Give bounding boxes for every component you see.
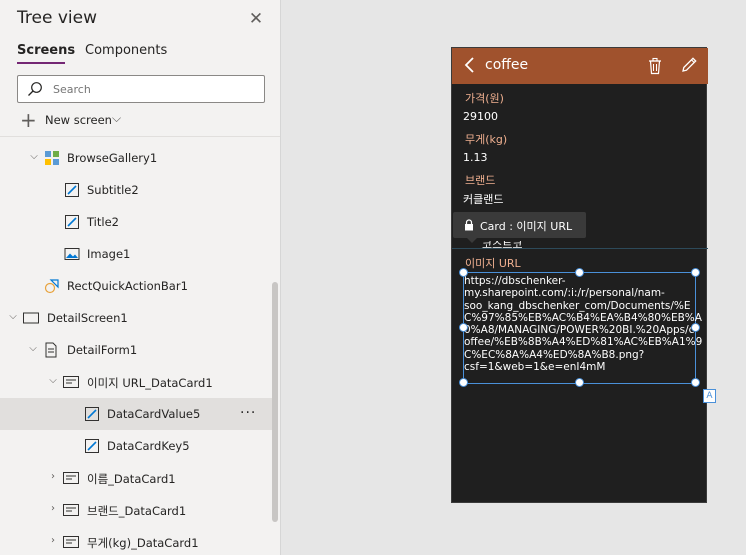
chevron-right-icon[interactable]: › <box>47 471 59 483</box>
image-url-value: https://dbschenker- my.sharepoint.com/:i… <box>464 275 703 374</box>
tree-item-label: BrowseGallery1 <box>67 151 158 165</box>
tree-item-label: 이름_DataCard1 <box>87 472 176 486</box>
shapes-icon <box>44 279 59 294</box>
chevron-right-icon[interactable]: › <box>47 535 59 547</box>
field-value-brand: 커클랜드 <box>463 193 504 206</box>
tree-item-label: Subtitle2 <box>87 183 139 197</box>
search-box[interactable] <box>17 75 265 103</box>
tree-item-subtitle2[interactable]: Subtitle2 <box>0 174 274 206</box>
field-value-weight: 1.13 <box>463 151 488 164</box>
resize-handle-bottom[interactable] <box>575 378 584 387</box>
tooltip-arrow <box>467 238 477 243</box>
tree-item-label: DetailScreen1 <box>47 311 128 325</box>
tree-view-panel: Tree view ✕ Screens Components + New scr… <box>0 0 281 555</box>
image-icon <box>64 248 80 260</box>
tree-item-label: Title2 <box>87 215 119 229</box>
tree-item-image1[interactable]: Image1 <box>0 238 274 270</box>
field-value-name-partial: 코스트코 <box>482 238 523 251</box>
field-key-price: 가격(원) <box>465 92 504 105</box>
tree-item-label: DataCardKey5 <box>107 439 190 453</box>
chevron-right-icon[interactable]: › <box>47 503 59 515</box>
back-arrow-icon[interactable] <box>462 55 478 75</box>
app-header: coffee <box>452 48 708 84</box>
field-key-weight: 무게(kg) <box>465 133 508 146</box>
active-tab-indicator <box>17 62 65 64</box>
resize-handle-bottom-right[interactable] <box>691 378 700 387</box>
edit-pencil-icon[interactable] <box>680 56 698 74</box>
screen-icon <box>23 312 39 324</box>
gallery-icon <box>45 151 59 165</box>
chevron-down-icon: ⌵ <box>112 111 122 125</box>
card-icon <box>63 376 79 388</box>
resize-handle-top-left[interactable] <box>459 268 468 277</box>
edit-text-icon <box>85 439 99 453</box>
tree-item-label: RectQuickActionBar1 <box>67 279 188 293</box>
tree-item-label: 이미지 URL_DataCard1 <box>87 376 213 390</box>
card-icon <box>63 536 79 548</box>
form-icon <box>45 342 57 358</box>
tree-item-image-url-datacard1[interactable]: ⌵ 이미지 URL_DataCard1 <box>0 366 274 398</box>
chevron-down-icon[interactable]: ⌵ <box>7 311 19 323</box>
tree-item-name-datacard1[interactable]: › 이름_DataCard1 <box>0 462 274 494</box>
tree-item-label: 브랜드_DataCard1 <box>87 504 187 518</box>
tree-item-label: 무게(kg)_DataCard1 <box>87 536 199 550</box>
scrollbar[interactable] <box>272 282 278 522</box>
resize-handle-top-right[interactable] <box>691 268 700 277</box>
tree-item-detailscreen1[interactable]: ⌵ DetailScreen1 <box>0 302 274 334</box>
panel-title: Tree view <box>17 8 97 28</box>
resize-handle-right[interactable] <box>691 323 700 332</box>
tab-screens[interactable]: Screens <box>17 43 75 58</box>
tree-item-rectquickactionbar1[interactable]: RectQuickActionBar1 <box>0 270 274 302</box>
edit-text-icon <box>65 183 79 197</box>
tree-item-datacardkey5[interactable]: DataCardKey5 <box>0 430 274 462</box>
app-preview-screen: coffee 가격(원) 29100 무게(kg) 1.13 브랜드 커클랜드 … <box>451 47 708 503</box>
tab-components[interactable]: Components <box>85 43 167 58</box>
new-screen-label: New screen <box>45 113 112 127</box>
chevron-down-icon[interactable]: ⌵ <box>28 151 40 163</box>
field-key-image-url: 이미지 URL <box>465 257 521 270</box>
resize-handle-left[interactable] <box>459 323 468 332</box>
search-icon <box>28 82 42 96</box>
lock-icon <box>465 219 473 231</box>
tree-item-label: DetailForm1 <box>67 343 138 357</box>
app-title: coffee <box>485 57 529 73</box>
tree-item-title2[interactable]: Title2 <box>0 206 274 238</box>
selected-text-input[interactable]: https://dbschenker- my.sharepoint.com/:i… <box>459 268 703 387</box>
chevron-down-icon[interactable]: ⌵ <box>27 343 39 355</box>
edit-text-icon <box>65 215 79 229</box>
tree-item-label: DataCardValue5 <box>107 407 201 421</box>
edit-text-icon <box>85 407 99 421</box>
tree-item-brand-datacard1[interactable]: › 브랜드_DataCard1 <box>0 494 274 526</box>
resize-handle-top[interactable] <box>575 268 584 277</box>
card-icon <box>63 472 79 484</box>
tree-item-datacardvalue5[interactable]: DataCardValue5 ··· <box>0 398 274 430</box>
tree-item-weight-datacard1[interactable]: › 무게(kg)_DataCard1 <box>0 526 274 555</box>
divider <box>0 136 280 137</box>
more-options-button[interactable]: ··· <box>240 405 256 421</box>
tree-item-label: Image1 <box>87 247 131 261</box>
tree-item-detailform1[interactable]: ⌵ DetailForm1 <box>0 334 274 366</box>
card-icon <box>63 504 79 516</box>
field-value-price: 29100 <box>463 110 498 123</box>
text-control-badge: A <box>703 389 716 403</box>
tree-item-browsegallery1[interactable]: ⌵ BrowseGallery1 <box>0 142 274 174</box>
plus-icon: + <box>20 108 37 132</box>
card-tooltip: Card : 이미지 URL <box>453 212 586 243</box>
field-key-brand: 브랜드 <box>465 174 496 187</box>
search-input[interactable] <box>53 80 253 98</box>
trash-icon[interactable] <box>647 57 663 75</box>
resize-handle-bottom-left[interactable] <box>459 378 468 387</box>
card-separator <box>452 248 708 249</box>
tooltip-text: Card : 이미지 URL <box>480 220 573 233</box>
close-icon[interactable]: ✕ <box>246 9 266 29</box>
chevron-down-icon[interactable]: ⌵ <box>47 375 59 387</box>
